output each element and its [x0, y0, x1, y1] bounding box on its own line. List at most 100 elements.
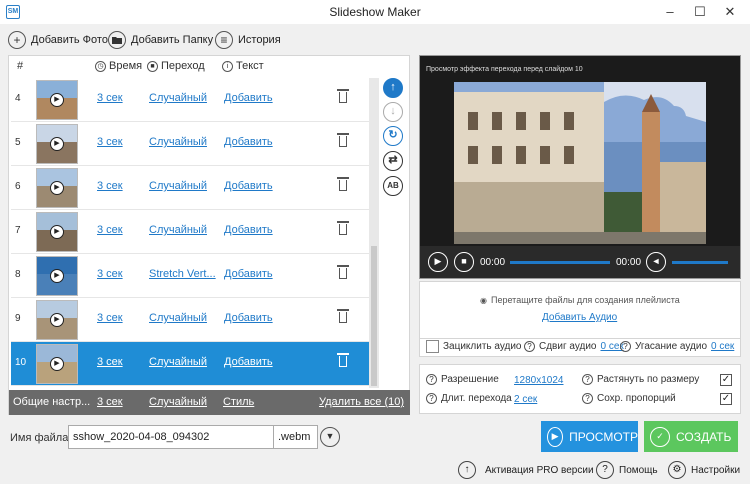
- maximize-button[interactable]: ☐: [688, 2, 712, 22]
- help-icon[interactable]: ?: [426, 374, 437, 385]
- trash-icon[interactable]: [337, 221, 349, 237]
- col-text-header[interactable]: i Текст: [222, 60, 264, 72]
- row-time-link[interactable]: 3 сек: [97, 224, 123, 236]
- play-button[interactable]: ▶: [428, 252, 448, 272]
- general-settings-label[interactable]: Общие настр...: [13, 396, 90, 408]
- table-row[interactable]: 5 ▶ 3 сек Случайный Добавить: [11, 122, 369, 166]
- row-transition-link[interactable]: Случайный: [149, 136, 207, 148]
- delete-all-link[interactable]: Удалить все (10): [319, 396, 404, 408]
- stretch-checkbox[interactable]: ✓: [720, 374, 732, 386]
- row-time-link[interactable]: 3 сек: [97, 136, 123, 148]
- chevron-down-icon[interactable]: ▼: [320, 427, 340, 447]
- scrollbar-thumb[interactable]: [371, 246, 377, 386]
- play-icon[interactable]: ▶: [50, 313, 64, 327]
- volume-slider[interactable]: [672, 261, 728, 264]
- table-row[interactable]: 7 ▶ 3 сек Случайный Добавить: [11, 210, 369, 254]
- output-settings: ? Разрешение 1280x1024 ? Длит. перехода …: [419, 364, 741, 414]
- trash-icon[interactable]: [337, 133, 349, 149]
- row-transition-link[interactable]: Случайный: [149, 356, 207, 368]
- preview-player: Просмотр эффекта перехода перед слайдом …: [419, 55, 741, 279]
- file-extension[interactable]: .webm: [274, 425, 318, 449]
- add-folder-button[interactable]: Добавить Папку: [108, 29, 213, 51]
- help-label: Помощь: [619, 464, 658, 476]
- row-number: 8: [15, 269, 21, 280]
- row-text-link[interactable]: Добавить: [224, 224, 273, 236]
- row-time-link[interactable]: 3 сек: [97, 268, 123, 280]
- transition-length-value[interactable]: 2 сек: [514, 394, 537, 405]
- playlist-area[interactable]: ◉ Перетащите файлы для создания плейлист…: [419, 281, 741, 339]
- loop-audio-checkbox[interactable]: [426, 340, 439, 353]
- row-transition-link[interactable]: Случайный: [149, 312, 207, 324]
- play-icon[interactable]: ▶: [50, 225, 64, 239]
- resolution-setting: ? Разрешение: [426, 374, 499, 385]
- table-row[interactable]: 4 ▶ 3 сек Случайный Добавить: [11, 78, 369, 122]
- help-icon[interactable]: ?: [582, 393, 593, 404]
- sort-ab-button[interactable]: AB: [383, 176, 403, 196]
- table-row[interactable]: 6 ▶ 3 сек Случайный Добавить: [11, 166, 369, 210]
- help-icon[interactable]: ?: [426, 393, 437, 404]
- table-row[interactable]: 9 ▶ 3 сек Случайный Добавить: [11, 298, 369, 342]
- stop-button[interactable]: ■: [454, 252, 474, 272]
- total-time: 00:00: [616, 257, 642, 268]
- minimize-button[interactable]: –: [658, 2, 682, 22]
- add-audio-link[interactable]: Добавить Аудио: [542, 312, 617, 323]
- shuffle-button[interactable]: ⇄: [383, 151, 403, 171]
- trash-icon[interactable]: [337, 177, 349, 193]
- table-row[interactable]: 8 ▶ 3 сек Stretch Vert... Добавить: [11, 254, 369, 298]
- keep-ratio-checkbox[interactable]: ✓: [720, 393, 732, 405]
- row-transition-link[interactable]: Stretch Vert...: [149, 268, 216, 280]
- trash-icon[interactable]: [337, 89, 349, 105]
- close-button[interactable]: ✕: [718, 2, 742, 22]
- play-icon[interactable]: ▶: [50, 269, 64, 283]
- help-icon[interactable]: ?: [582, 374, 593, 385]
- trash-icon[interactable]: [337, 353, 349, 369]
- row-text-link[interactable]: Добавить: [224, 312, 273, 324]
- help-link[interactable]: ? Помощь: [596, 460, 658, 480]
- filename-input[interactable]: [68, 425, 274, 449]
- row-text-link[interactable]: Добавить: [224, 180, 273, 192]
- row-text-link[interactable]: Добавить: [224, 136, 273, 148]
- settings-link[interactable]: ⚙ Настройки: [668, 460, 740, 480]
- volume-icon[interactable]: ◄: [646, 252, 666, 272]
- trash-icon[interactable]: [337, 309, 349, 325]
- col-transition-header[interactable]: ■ Переход: [147, 60, 205, 72]
- row-time-link[interactable]: 3 сек: [97, 312, 123, 324]
- play-icon[interactable]: ▶: [50, 93, 64, 107]
- history-button[interactable]: ≡ История: [215, 29, 281, 51]
- footer-style-link[interactable]: Стиль: [223, 396, 254, 408]
- add-photo-button[interactable]: + Добавить Фото: [8, 29, 108, 51]
- seek-bar[interactable]: [510, 261, 610, 264]
- loop-audio-option[interactable]: Зациклить аудио: [426, 340, 522, 353]
- play-icon[interactable]: ▶: [50, 357, 64, 371]
- footer-time-link[interactable]: 3 сек: [97, 396, 123, 408]
- preview-button[interactable]: ▶ ПРОСМОТР: [541, 421, 638, 452]
- preview-image: [454, 82, 706, 244]
- preview-button-label: ПРОСМОТР: [569, 429, 638, 444]
- table-row[interactable]: 10 ▶ 3 сек Случайный Добавить: [11, 342, 369, 386]
- help-icon[interactable]: ?: [620, 341, 631, 352]
- trash-icon[interactable]: [337, 265, 349, 281]
- row-text-link[interactable]: Добавить: [224, 92, 273, 104]
- create-button[interactable]: ✓ СОЗДАТЬ: [644, 421, 738, 452]
- audio-fade-value[interactable]: 0 сек: [711, 341, 734, 352]
- row-number: 10: [15, 357, 27, 368]
- resolution-value[interactable]: 1280x1024: [514, 375, 564, 386]
- play-icon[interactable]: ▶: [50, 137, 64, 151]
- rotate-button[interactable]: ↻: [383, 126, 403, 146]
- move-down-button[interactable]: ↓: [383, 102, 403, 122]
- help-icon[interactable]: ?: [524, 341, 535, 352]
- row-text-link[interactable]: Добавить: [224, 356, 273, 368]
- row-time-link[interactable]: 3 сек: [97, 180, 123, 192]
- play-icon[interactable]: ▶: [50, 181, 64, 195]
- row-text-link[interactable]: Добавить: [224, 268, 273, 280]
- row-time-link[interactable]: 3 сек: [97, 356, 123, 368]
- col-time-header[interactable]: ◷ Время: [95, 60, 142, 72]
- activate-pro-link[interactable]: ↑ Активация PRO версии: [458, 460, 594, 480]
- move-up-button[interactable]: ↑: [383, 78, 403, 98]
- row-transition-link[interactable]: Случайный: [149, 92, 207, 104]
- col-text-label: Текст: [236, 60, 264, 72]
- row-transition-link[interactable]: Случайный: [149, 180, 207, 192]
- row-time-link[interactable]: 3 сек: [97, 92, 123, 104]
- row-transition-link[interactable]: Случайный: [149, 224, 207, 236]
- footer-transition-link[interactable]: Случайный: [149, 396, 207, 408]
